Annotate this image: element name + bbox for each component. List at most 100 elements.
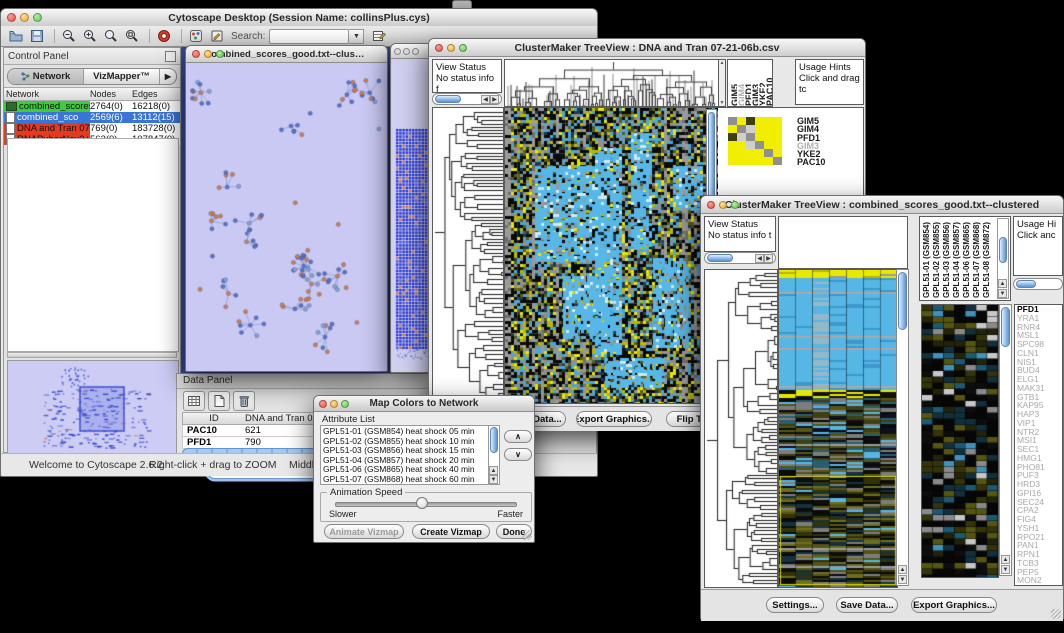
col-nodes[interactable]: Nodes	[90, 88, 132, 100]
row-label[interactable]: PAC10	[795, 158, 855, 166]
tab-more-button[interactable]: ▶	[160, 69, 176, 84]
button-create-vizmap[interactable]: Create Vizmap	[412, 524, 490, 539]
scroll-right-icon[interactable]: ▶	[764, 254, 773, 263]
attribute-list-scrollbar[interactable]: ▲ ▼	[488, 426, 499, 484]
minimize-button[interactable]	[719, 201, 727, 209]
save-icon[interactable]	[28, 28, 46, 44]
zoom-button[interactable]	[412, 48, 419, 55]
scroll-right-icon[interactable]: ▶	[490, 95, 499, 104]
treeview1-titlebar[interactable]: ClusterMaker TreeView : DNA and Tran 07-…	[429, 39, 865, 57]
column-label[interactable]: GIM4	[737, 60, 744, 106]
panel-splitter[interactable]	[7, 352, 177, 358]
column-label[interactable]: PFD1	[744, 60, 751, 106]
column-label[interactable]: YKE2	[758, 60, 765, 106]
button-export-graphics[interactable]: Export Graphics...	[576, 411, 652, 427]
scroll-down-icon[interactable]: ▼	[489, 475, 498, 484]
row-dendrogram[interactable]	[704, 269, 778, 588]
heatmap-canvas[interactable]	[504, 107, 719, 404]
scroll-down-icon[interactable]: ▼	[998, 289, 1007, 298]
zoom-in-icon[interactable]	[81, 28, 99, 44]
button-settings[interactable]: Settings...	[766, 597, 824, 613]
network-tree-empty-area[interactable]	[7, 138, 179, 352]
zoom-button[interactable]	[459, 44, 467, 52]
gene-label[interactable]: MON2	[1015, 576, 1062, 585]
column-label[interactable]: GIM3	[751, 60, 758, 106]
resize-grip[interactable]	[1051, 609, 1061, 619]
zoom-button[interactable]	[731, 201, 739, 209]
attribute-list-item[interactable]: GPL51-07 (GSM868) heat shock 60 min	[321, 475, 499, 485]
minimize-button[interactable]	[330, 400, 338, 408]
close-button[interactable]	[394, 48, 401, 55]
grid-button[interactable]	[183, 391, 205, 411]
column-labels-scrollbar[interactable]: ▲ ▼	[997, 218, 1009, 299]
view-status-scrollbar[interactable]: ◀ ▶	[704, 252, 776, 264]
search-input[interactable]	[269, 29, 349, 44]
zoom-selected-icon[interactable]	[123, 28, 141, 44]
column-scroll-strip[interactable]: ▲ ▼	[718, 59, 726, 107]
zoom-fit-icon[interactable]	[102, 28, 120, 44]
minimize-button[interactable]	[20, 13, 29, 22]
tab-vizmapper[interactable]: VizMapper™	[84, 69, 160, 84]
column-label[interactable]: PAC10	[765, 60, 772, 106]
heatmap-vertical-scrollbar[interactable]: ▲ ▼	[896, 269, 909, 586]
col-edges[interactable]: Edges	[132, 88, 180, 100]
minimize-button[interactable]	[447, 44, 455, 52]
zoom-button[interactable]	[33, 13, 42, 22]
heatmap-canvas[interactable]	[778, 269, 898, 588]
network-table-row[interactable]: combined_sco2569(6)13112(15)	[4, 112, 180, 123]
minimize-button[interactable]	[204, 50, 212, 58]
network-canvas[interactable]	[187, 63, 386, 370]
view-status-scrollbar[interactable]: ◀ ▶	[432, 93, 502, 105]
column-label[interactable]: GPL51-08 (GSM872)	[982, 219, 992, 298]
col-network[interactable]: Network	[4, 88, 90, 100]
zoom-out-icon[interactable]	[60, 28, 78, 44]
scroll-up-icon[interactable]: ▲	[1001, 555, 1010, 564]
column-label[interactable]: GIM5	[730, 60, 737, 106]
speed-slider-thumb[interactable]	[416, 497, 428, 509]
help-lifebuoy-icon[interactable]	[155, 28, 173, 44]
search-dropdown-button[interactable]: ▼	[349, 29, 364, 44]
column-label[interactable]: GPL51-02 (GSM855)	[932, 219, 942, 298]
close-button[interactable]	[707, 201, 715, 209]
attribute-browser-icon[interactable]	[370, 28, 388, 44]
close-button[interactable]	[319, 400, 327, 408]
gene-list-scrollbar[interactable]: ▲ ▼	[999, 304, 1012, 576]
scroll-down-icon[interactable]: ▼	[1001, 565, 1010, 574]
scroll-up-icon[interactable]: ▲	[489, 466, 498, 475]
open-folder-icon[interactable]	[7, 28, 25, 44]
close-button[interactable]	[192, 50, 200, 58]
zoom-button[interactable]	[216, 50, 224, 58]
column-label[interactable]: GPL51-03 (GSM856)	[942, 219, 952, 298]
treeview2-titlebar[interactable]: ClusterMaker TreeView : combined_scores_…	[701, 196, 1063, 214]
new-document-button[interactable]	[208, 391, 230, 411]
float-panel-icon[interactable]	[165, 51, 176, 62]
button-save-data[interactable]: Save Data...	[836, 597, 898, 613]
usage-hints-scrollbar[interactable]	[1013, 278, 1063, 290]
network-overview-thumbnail[interactable]	[7, 360, 179, 454]
close-button[interactable]	[435, 44, 443, 52]
button-export-graphics[interactable]: Export Graphics...	[911, 597, 997, 613]
close-button[interactable]	[7, 13, 16, 22]
minimize-button[interactable]	[403, 48, 410, 55]
dialog-titlebar[interactable]: Map Colors to Network	[314, 396, 534, 412]
column-label[interactable]: GPL51-01 (GSM854)	[922, 219, 932, 298]
scroll-up-icon[interactable]: ▲	[998, 279, 1007, 288]
vizmap-icon[interactable]	[187, 28, 205, 44]
scroll-up-icon[interactable]: ▲	[898, 565, 907, 574]
column-dendrogram[interactable]	[504, 59, 719, 107]
main-titlebar[interactable]: Cytoscape Desktop (Session Name: collins…	[1, 9, 597, 27]
move-down-button[interactable]: ∨	[504, 448, 532, 461]
network-view-2-titlebar[interactable]	[391, 44, 433, 59]
summary-matrix[interactable]	[728, 117, 782, 165]
summary-heatmap-canvas[interactable]	[921, 304, 999, 578]
row-dendrogram[interactable]	[432, 107, 504, 404]
column-label[interactable]: GPL51-04 (GSM857)	[952, 219, 962, 298]
network-table-row[interactable]: combined_scores2764(0)16218(0)	[4, 101, 180, 112]
scroll-left-icon[interactable]: ◀	[755, 254, 764, 263]
zoom-button[interactable]	[341, 400, 349, 408]
delete-trash-button[interactable]	[233, 391, 255, 411]
annotation-icon[interactable]	[208, 28, 226, 44]
column-dendrogram-area[interactable]	[778, 216, 908, 269]
resize-grip[interactable]	[522, 530, 532, 540]
id-column-header[interactable]: ID	[183, 413, 241, 424]
